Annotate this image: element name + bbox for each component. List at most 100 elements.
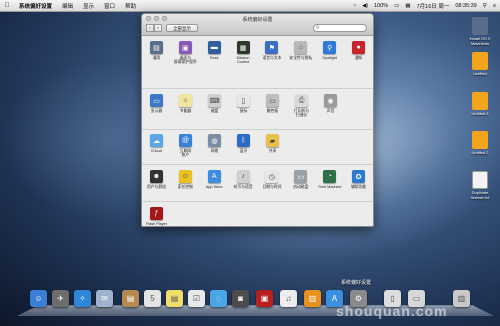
menu-edit[interactable]: 编辑 xyxy=(57,2,78,10)
pref-row-2: ▭ 显示器 ☼ 节能器 ⌨ 键盘 ▯ 鼠标 ▭ 触控板 ⎙ 打印机与 扫描仪 ◉ 声音 xyxy=(142,94,373,118)
photo-booth-icon[interactable]: ▣ xyxy=(256,290,273,307)
show-all-button[interactable]: 全部显示 xyxy=(166,24,198,32)
input-flag-icon[interactable]: ▦ xyxy=(405,3,410,9)
wifi-icon[interactable]: ◔ xyxy=(353,3,356,9)
pref-icloud[interactable]: ☁ iCloud xyxy=(142,134,171,158)
battery-percent[interactable]: 100% xyxy=(374,3,388,9)
forward-button[interactable]: › xyxy=(154,24,162,32)
pref-row-4: ☻ 用户与群组 ☺ 家长控制 A App Store ♪ 听写与语音 ◷ 日期与时间 ▭ 启动磁盘 ◔ T… xyxy=(142,170,373,189)
energy-saver-icon: ☼ xyxy=(179,94,192,107)
sound-icon: ◉ xyxy=(324,94,337,107)
menu-help[interactable]: 帮助 xyxy=(120,2,141,10)
desktop-item-label: Untitled 2 xyxy=(471,150,489,155)
pref-security[interactable]: ⌂ 安全性与隐私 xyxy=(286,41,315,65)
volume-icon[interactable]: ◀) xyxy=(362,3,368,9)
parental-controls-icon: ☺ xyxy=(178,170,192,183)
pref-sound[interactable]: ◉ 声音 xyxy=(316,94,345,118)
pref-label: 互联网 帐户 xyxy=(179,149,192,158)
pref-label: 通知 xyxy=(354,56,363,60)
pref-trackpad[interactable]: ▭ 触控板 xyxy=(258,94,287,118)
pref-general[interactable]: ▤ 通用 xyxy=(142,41,171,65)
apple-menu-icon[interactable]:  xyxy=(0,2,14,9)
text-file-icon xyxy=(472,171,488,189)
pref-startup-disk[interactable]: ▭ 启动磁盘 xyxy=(286,170,315,189)
notification-center-icon[interactable]: ≡ xyxy=(493,3,496,9)
pref-energy-saver[interactable]: ☼ 节能器 xyxy=(171,94,200,118)
pref-label: 用户与群组 xyxy=(146,185,166,189)
pref-sharing[interactable]: ▰ 共享 xyxy=(258,134,287,158)
trash-icon[interactable]: ▥ xyxy=(453,290,470,307)
pref-row-5: ƒ Flash Player xyxy=(142,207,373,226)
pref-date-time[interactable]: ◷ 日期与时间 xyxy=(258,170,287,189)
menu-time[interactable]: 08:35:39 xyxy=(455,3,476,9)
facetime-icon[interactable]: ◙ xyxy=(232,290,249,307)
safari-icon[interactable]: ✧ xyxy=(74,290,91,307)
launchpad-icon[interactable]: ✈ xyxy=(52,290,69,307)
pref-time-machine[interactable]: ◔ Time Machine xyxy=(315,170,344,189)
pref-app-store[interactable]: A App Store xyxy=(200,170,229,189)
finder-icon[interactable]: ☺ xyxy=(30,290,47,307)
notes-icon[interactable]: ▤ xyxy=(166,290,183,307)
pref-accessibility[interactable]: ✪ 辅助功能 xyxy=(344,170,373,189)
pref-label: 语言与文本 xyxy=(262,56,282,60)
pref-notifications[interactable]: ● 通知 xyxy=(344,41,373,65)
network-icon: ◍ xyxy=(208,134,221,147)
dock-icon: ▬ xyxy=(207,41,221,54)
ibooks-icon[interactable]: ▥ xyxy=(304,290,321,307)
spotlight-menu-icon[interactable]: ⚲ xyxy=(483,3,487,9)
pref-row-1: ▤ 通用 ▣ 桌面与 屏幕保护程序 ▬ Dock ▦ Mission Control ⚑ 语言与文… xyxy=(142,41,373,65)
pref-label: Flash Player xyxy=(145,222,168,226)
system-preferences-window: 系统偏好设置 ‹ › 全部显示 ⚲ ▤ 通用 ▣ 桌面与 屏幕保护程序 ▬ Dock ▦ Mi… xyxy=(141,13,374,227)
pref-label: 网络 xyxy=(210,149,219,153)
pref-label: 启动磁盘 xyxy=(293,185,309,189)
battery-icon[interactable]: ▭ xyxy=(394,3,399,9)
desktop-item-label: Duplicate license.txt xyxy=(471,190,489,200)
desktop-item-untitled-2[interactable]: Untitled 2 xyxy=(460,131,500,156)
pref-dock[interactable]: ▬ Dock xyxy=(200,41,229,65)
pref-flash-player[interactable]: ƒ Flash Player xyxy=(142,207,171,226)
itunes-icon[interactable]: ♫ xyxy=(280,290,297,307)
pref-displays[interactable]: ▭ 显示器 xyxy=(142,94,171,118)
pref-label: 听写与语音 xyxy=(233,185,253,189)
mouse-icon: ▯ xyxy=(237,94,250,107)
reminders-icon[interactable]: ☑ xyxy=(188,290,205,307)
pref-label: 声音 xyxy=(326,109,335,113)
pref-keyboard[interactable]: ⌨ 键盘 xyxy=(200,94,229,118)
pref-internet-accounts[interactable]: @ 互联网 帐户 xyxy=(171,134,200,158)
pref-mouse[interactable]: ▯ 鼠标 xyxy=(229,94,258,118)
desktop-item-license-txt[interactable]: Duplicate license.txt xyxy=(460,171,500,200)
pref-network[interactable]: ◍ 网络 xyxy=(200,134,229,158)
pref-label: iCloud xyxy=(151,149,162,153)
contacts-icon[interactable]: ▤ xyxy=(122,290,139,307)
pref-printer[interactable]: ⎙ 打印机与 扫描仪 xyxy=(287,94,316,118)
desktop-item-untitled-3[interactable]: Untitled 3 xyxy=(460,92,500,117)
desktop-item-install-os-x[interactable]: Install OS X Mavericks xyxy=(460,17,500,46)
pref-mission-control[interactable]: ▦ Mission Control xyxy=(229,41,258,65)
menu-app-name[interactable]: 系统偏好设置 xyxy=(14,2,57,10)
menu-view[interactable]: 显示 xyxy=(78,2,99,10)
pref-label: 通用 xyxy=(152,56,161,60)
pref-label: Time Machine xyxy=(317,185,342,189)
search-field[interactable]: ⚲ xyxy=(313,24,367,32)
sharing-icon: ▰ xyxy=(266,134,279,147)
menu-date[interactable]: 7月16日 周一 xyxy=(417,2,450,10)
mail-icon[interactable]: ✉ xyxy=(96,290,113,307)
back-button[interactable]: ‹ xyxy=(146,24,154,32)
pref-users[interactable]: ☻ 用户与群组 xyxy=(142,170,171,189)
pref-parental-controls[interactable]: ☺ 家长控制 xyxy=(171,170,200,189)
pref-spotlight[interactable]: ⚲ Spotlight xyxy=(315,41,344,65)
search-input[interactable] xyxy=(322,25,364,31)
pref-desktop[interactable]: ▣ 桌面与 屏幕保护程序 xyxy=(171,41,200,65)
pref-label: Dock xyxy=(209,56,219,60)
pref-label: 共享 xyxy=(268,149,277,153)
desktop-item-untitled[interactable]: Untitled xyxy=(460,52,500,77)
pref-language[interactable]: ⚑ 语言与文本 xyxy=(258,41,287,65)
time-machine-icon: ◔ xyxy=(323,170,337,183)
pref-dictation[interactable]: ♪ 听写与语音 xyxy=(229,170,258,189)
calendar-icon[interactable]: 5 xyxy=(144,290,161,307)
menu-window[interactable]: 窗口 xyxy=(99,2,120,10)
pref-row-3: ☁ iCloud @ 互联网 帐户 ◍ 网络 ᛒ 蓝牙 ▰ 共享 xyxy=(142,134,373,158)
messages-icon[interactable]: ◌ xyxy=(210,290,227,307)
pref-bluetooth[interactable]: ᛒ 蓝牙 xyxy=(229,134,258,158)
pref-label: 家长控制 xyxy=(177,185,193,189)
